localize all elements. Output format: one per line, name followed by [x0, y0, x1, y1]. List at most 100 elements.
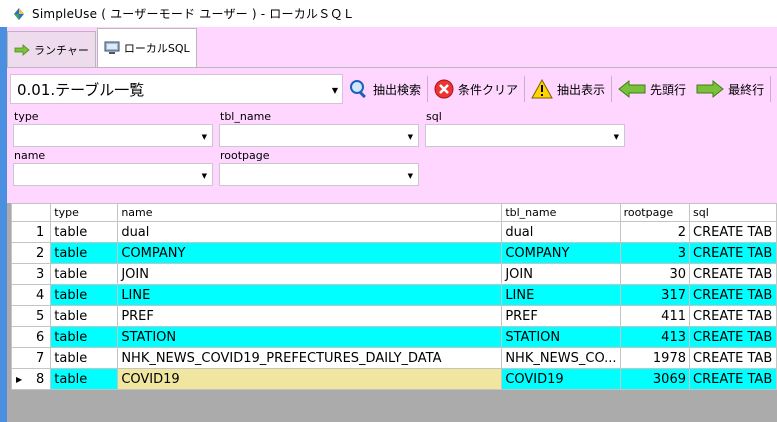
cell-rootpage[interactable]: 411 [619, 305, 691, 327]
clear-button-label: 条件クリア [458, 82, 519, 97]
table-row[interactable]: 1 table dual dual 2 CREATE TAB [10, 221, 777, 243]
window-title: SimpleUse ( ユーザーモード ユーザー ) - ローカルＳＱＬ [32, 7, 355, 21]
cell-tbl-name[interactable]: JOIN [501, 263, 621, 285]
row-number[interactable]: 4 [10, 284, 52, 306]
arrow-right-icon [696, 79, 724, 99]
tab-local-sql[interactable]: ローカルSQL [96, 28, 197, 67]
cell-name[interactable]: LINE [117, 284, 503, 306]
cell-name[interactable]: STATION [117, 326, 503, 348]
cell-rootpage[interactable]: 1978 [619, 347, 691, 369]
show-button-label: 抽出表示 [557, 82, 606, 97]
cell-tbl-name[interactable]: STATION [501, 326, 621, 348]
cell-tbl-name[interactable]: PREF [501, 305, 621, 327]
row-number[interactable]: 5 [10, 305, 52, 327]
cell-type[interactable]: table [50, 305, 119, 327]
filter-rootpage-select[interactable]: ▼ [219, 163, 419, 186]
cell-rootpage[interactable]: 2 [619, 221, 691, 243]
filter-type-select[interactable]: ▼ [13, 124, 213, 147]
cell-sql[interactable]: CREATE TAB [689, 242, 777, 264]
row-number[interactable]: 3 [10, 263, 52, 285]
filter-rootpage-label: rootpage [220, 149, 270, 162]
column-header-tbl-name[interactable]: tbl_name [501, 203, 621, 222]
clear-button[interactable]: 条件クリア [430, 74, 522, 104]
cell-name[interactable]: NHK_NEWS_COVID19_PREFECTURES_DAILY_DATA [117, 347, 503, 369]
column-header-type[interactable]: type [50, 203, 119, 222]
cell-tbl-name[interactable]: COVID19 [501, 368, 621, 390]
cell-type[interactable]: table [50, 263, 119, 285]
cell-tbl-name[interactable]: COMPANY [501, 242, 621, 264]
table-row[interactable]: 3 table JOIN JOIN 30 CREATE TAB [10, 263, 777, 285]
table-row[interactable]: 5 table PREF PREF 411 CREATE TAB [10, 305, 777, 327]
toolbar-separator [770, 76, 772, 102]
row-pointer-icon: ▶ [16, 374, 23, 384]
arrow-right-icon [14, 43, 30, 56]
table-row[interactable]: 4 table LINE LINE 317 CREATE TAB [10, 284, 777, 306]
query-select-value: 0.01.テーブル一覧 [17, 80, 145, 99]
chevron-down-icon: ▼ [407, 133, 413, 141]
cell-tbl-name[interactable]: dual [501, 221, 621, 243]
row-header-corner [10, 203, 52, 222]
toolbar-separator [524, 76, 526, 102]
cell-sql[interactable]: CREATE TAB [689, 263, 777, 285]
chevron-down-icon: ▼ [201, 172, 207, 180]
table-row[interactable]: 7 table NHK_NEWS_COVID19_PREFECTURES_DAI… [10, 347, 777, 369]
cell-type[interactable]: table [50, 221, 119, 243]
cell-name[interactable]: PREF [117, 305, 503, 327]
cell-name[interactable]: dual [117, 221, 503, 243]
toolbar-separator [427, 76, 429, 102]
cell-name[interactable]: COMPANY [117, 242, 503, 264]
cell-tbl-name[interactable]: NHK_NEWS_CO... [501, 347, 621, 369]
row-number[interactable]: 6 [10, 326, 52, 348]
cell-sql[interactable]: CREATE TAB [689, 347, 777, 369]
cell-rootpage[interactable]: 413 [619, 326, 691, 348]
cell-tbl-name[interactable]: LINE [501, 284, 621, 306]
table-row-selected[interactable]: ▶ 8 table COVID19 COVID19 3069 CREATE TAB [10, 368, 777, 390]
cell-sql[interactable]: CREATE TAB [689, 284, 777, 306]
last-row-button[interactable]: 最終行 [692, 74, 768, 104]
row-number[interactable]: 1 [10, 221, 52, 243]
tab-launcher[interactable]: ランチャー [7, 31, 96, 67]
cell-name[interactable]: JOIN [117, 263, 503, 285]
cell-type[interactable]: table [50, 242, 119, 264]
cell-sql[interactable]: CREATE TAB [689, 221, 777, 243]
table-row[interactable]: 2 table COMPANY COMPANY 3 CREATE TAB [10, 242, 777, 264]
cell-rootpage[interactable]: 3069 [619, 368, 691, 390]
cell-sql[interactable]: CREATE TAB [689, 305, 777, 327]
cell-name-selected[interactable]: COVID19 [117, 368, 503, 390]
search-button[interactable]: 抽出検索 [345, 74, 425, 104]
magnifier-icon [349, 79, 369, 99]
window-frame-left [0, 27, 7, 422]
cell-rootpage[interactable]: 30 [619, 263, 691, 285]
title-bar: SimpleUse ( ユーザーモード ユーザー ) - ローカルＳＱＬ [0, 0, 777, 27]
column-header-name[interactable]: name [117, 203, 503, 222]
cell-sql[interactable]: CREATE TAB [689, 326, 777, 348]
cell-rootpage[interactable]: 317 [619, 284, 691, 306]
tab-divider [7, 67, 777, 68]
results-grid: type name tbl_name rootpage sql 1 table … [10, 203, 777, 390]
filter-sql-select[interactable]: ▼ [425, 124, 625, 147]
cell-type[interactable]: table [50, 368, 119, 390]
cell-sql[interactable]: CREATE TAB [689, 368, 777, 390]
table-row[interactable]: 6 table STATION STATION 413 CREATE TAB [10, 326, 777, 348]
row-number[interactable]: 7 [10, 347, 52, 369]
column-header-sql[interactable]: sql [689, 203, 777, 222]
filter-name-select[interactable]: ▼ [13, 163, 213, 186]
cell-type[interactable]: table [50, 326, 119, 348]
row-number[interactable]: ▶ 8 [10, 368, 52, 390]
cell-rootpage[interactable]: 3 [619, 242, 691, 264]
show-button[interactable]: 抽出表示 [527, 74, 609, 104]
filter-tbl-name-label: tbl_name [220, 110, 272, 123]
query-select[interactable]: 0.01.テーブル一覧 ▼ [10, 74, 343, 104]
filter-tbl-name-select[interactable]: ▼ [219, 124, 419, 147]
column-header-rootpage[interactable]: rootpage [619, 203, 691, 222]
row-number[interactable]: 2 [10, 242, 52, 264]
first-row-button[interactable]: 先頭行 [614, 74, 690, 104]
app-icon [12, 7, 26, 21]
chevron-down-icon: ▼ [613, 133, 619, 141]
computer-icon [104, 41, 120, 55]
tab-local-sql-label: ローカルSQL [123, 42, 190, 55]
cell-type[interactable]: table [50, 347, 119, 369]
chevron-down-icon: ▼ [407, 172, 413, 180]
filter-name-label: name [14, 149, 46, 162]
cell-type[interactable]: table [50, 284, 119, 306]
